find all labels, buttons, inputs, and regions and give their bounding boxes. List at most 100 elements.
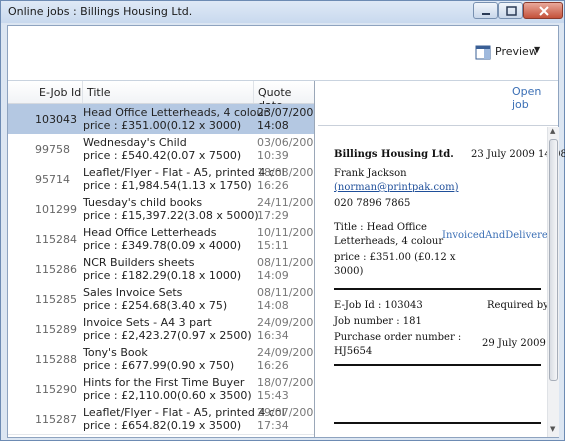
required-date: 29 July 2009 [482, 338, 546, 349]
quote-time-cell: 17:34 [257, 419, 289, 432]
quote-time-cell: 14:08 [257, 119, 289, 132]
price-cell: price : £654.82(0.19 x 3500) [83, 419, 242, 432]
title-cell: NCR Builders sheets [83, 256, 195, 269]
quote-time-cell: 16:26 [257, 179, 289, 192]
title-cell: Invoice Sets - A4 3 part [83, 316, 212, 329]
ejob-id-cell: 115284 [35, 233, 77, 246]
price-line2: 3000) [334, 266, 364, 277]
price-cell: price : £2,423.27(0.97 x 2500) [83, 329, 252, 342]
ejob-id-cell: 101299 [35, 203, 77, 216]
toolbar: Preview ▼ [8, 26, 558, 81]
price-cell: price : £182.29(0.18 x 1000) [83, 269, 242, 282]
open-job-link[interactable]: Open job [512, 85, 558, 111]
ejob-id-cell: 115285 [35, 293, 77, 306]
application-window: Online jobs : Billings Housing Ltd. Prev… [0, 0, 565, 441]
title-cell: Tuesday's child books [83, 196, 203, 209]
table-row[interactable]: 95714 Leaflet/Flyer - Flat - A5, printed … [8, 164, 314, 195]
minimize-button[interactable] [473, 2, 498, 19]
quote-date-cell: 08/11/2008 [257, 256, 315, 269]
client-area: Preview ▼ E-Job Id Title Quote date 1030… [7, 25, 565, 438]
quote-date-cell: 24/09/2008 [257, 346, 315, 359]
preview-window-icon [475, 45, 491, 60]
scrollbar-thumb[interactable] [549, 139, 558, 381]
table-row[interactable]: 115288 Tony's Book price : £677.99(0.90 x … [8, 344, 314, 375]
quote-time-cell: 14:08 [257, 299, 289, 312]
price-cell: price : £2,110.00(0.60 x 3500) [83, 389, 252, 402]
column-divider[interactable] [253, 81, 254, 103]
table-row[interactable]: 115290 Hints for the First Time Buyer pric… [8, 374, 314, 405]
quote-date-cell: 29/07/2008 [257, 406, 315, 419]
job-preview-document: Billings Housing Ltd. 23 July 2009 14:08… [328, 127, 565, 437]
scroll-up-icon[interactable]: ▲ [550, 127, 555, 135]
divider [334, 364, 541, 366]
po-value: HJ5654 [334, 346, 373, 357]
ejob-id-cell: 103043 [35, 113, 77, 126]
ejob-id: E-Job Id : 103043 [334, 300, 423, 311]
title-cell: Head Office Letterheads [83, 226, 217, 239]
job-title-line2: Letterheads, 4 colour [334, 236, 444, 247]
required-by-label: Required by [487, 300, 549, 311]
title-cell: Sales Invoice Sets [83, 286, 183, 299]
quote-date-cell: 03/06/2009 [257, 136, 315, 149]
column-header-title[interactable]: Title [87, 86, 111, 99]
quote-time-cell: 14:09 [257, 269, 289, 282]
maximize-button[interactable] [498, 2, 523, 19]
title-cell: Leaflet/Flyer - Flat - A5, printed 4 col [83, 406, 285, 419]
table-row[interactable]: 101299 Tuesday's child books price : £15,3… [8, 194, 314, 225]
table-row[interactable]: 115284 Head Office Letterheads price : £34… [8, 224, 314, 255]
table-row[interactable]: 115287 Leaflet/Flyer - Flat - A5, printed… [8, 404, 314, 435]
preview-label: Preview [495, 45, 538, 58]
quote-time-cell: 10:39 [257, 149, 289, 162]
quote-date-cell: 23/07/2009 [257, 106, 315, 119]
quote-date-cell: 24/09/2008 [257, 316, 315, 329]
job-detail-panel: Open job Billings Housing Ltd. 23 July 2… [315, 81, 565, 437]
title-cell: Head Office Letterheads, 4 colour [83, 106, 269, 119]
ejob-id-cell: 115286 [35, 263, 77, 276]
price-cell: price : £677.99(0.90 x 750) [83, 359, 235, 372]
table-row[interactable]: 99758 Wednesday's Child price : £540.42(0.… [8, 134, 314, 165]
jobs-list-panel: E-Job Id Title Quote date 103043 Head Off… [8, 81, 315, 437]
preview-button[interactable]: Preview ▼ [473, 44, 543, 62]
price-cell: price : £351.00(0.12 x 3000) [83, 119, 242, 132]
ejob-id-cell: 115289 [35, 323, 77, 336]
quote-time-cell: 16:34 [257, 329, 289, 342]
divider [334, 288, 541, 290]
chevron-down-icon: ▼ [534, 45, 541, 54]
contact-email-link[interactable]: (norman@printpak.com) [334, 182, 458, 193]
quote-date-cell: 18/07/2008 [257, 376, 315, 389]
price-line1: price : £351.00 (£0.12 x [334, 252, 456, 263]
ejob-id-cell: 95714 [35, 173, 70, 186]
price-cell: price : £254.68(3.40 x 75) [83, 299, 228, 312]
status-label: InvoicedAndDelivered [442, 230, 555, 241]
contact-name: Frank Jackson [334, 168, 407, 179]
title-cell: Hints for the First Time Buyer [83, 376, 245, 389]
quote-date-cell: 08/11/2008 [257, 286, 315, 299]
price-cell: price : £540.42(0.07 x 7500) [83, 149, 242, 162]
divider [334, 422, 541, 424]
close-icon [539, 6, 549, 16]
preview-scrollbar[interactable]: ▲ ▼ [547, 127, 559, 437]
minimize-icon [482, 13, 490, 15]
job-number: Job number : 181 [334, 316, 422, 327]
scroll-down-icon[interactable]: ▼ [550, 425, 555, 433]
title-cell: Wednesday's Child [83, 136, 187, 149]
price-cell: price : £1,984.54(1.13 x 1750) [83, 179, 252, 192]
divider [318, 125, 558, 126]
window-title: Online jobs : Billings Housing Ltd. [8, 5, 193, 18]
close-button[interactable] [523, 2, 563, 19]
quote-date-cell: 18/03/2009 [257, 166, 315, 179]
column-header-ejob-id[interactable]: E-Job Id [39, 86, 81, 99]
column-divider[interactable] [82, 81, 83, 103]
title-bar[interactable]: Online jobs : Billings Housing Ltd. [1, 1, 564, 23]
quote-time-cell: 17:29 [257, 209, 289, 222]
price-cell: price : £349.78(0.09 x 4000) [83, 239, 242, 252]
ejob-id-cell: 115287 [35, 413, 77, 426]
price-cell: price : £15,397.22(3.08 x 5000) [83, 209, 259, 222]
table-row[interactable]: 115289 Invoice Sets - A4 3 part price : £2… [8, 314, 314, 345]
table-row[interactable]: 103043 Head Office Letterheads, 4 colour p… [8, 104, 314, 135]
title-cell: Leaflet/Flyer - Flat - A5, printed 4 col [83, 166, 285, 179]
ejob-id-cell: 99758 [35, 143, 70, 156]
table-row[interactable]: 115285 Sales Invoice Sets price : £254.68(… [8, 284, 314, 315]
contact-phone: 020 7896 7865 [334, 198, 411, 209]
table-row[interactable]: 115286 NCR Builders sheets price : £182.29… [8, 254, 314, 285]
